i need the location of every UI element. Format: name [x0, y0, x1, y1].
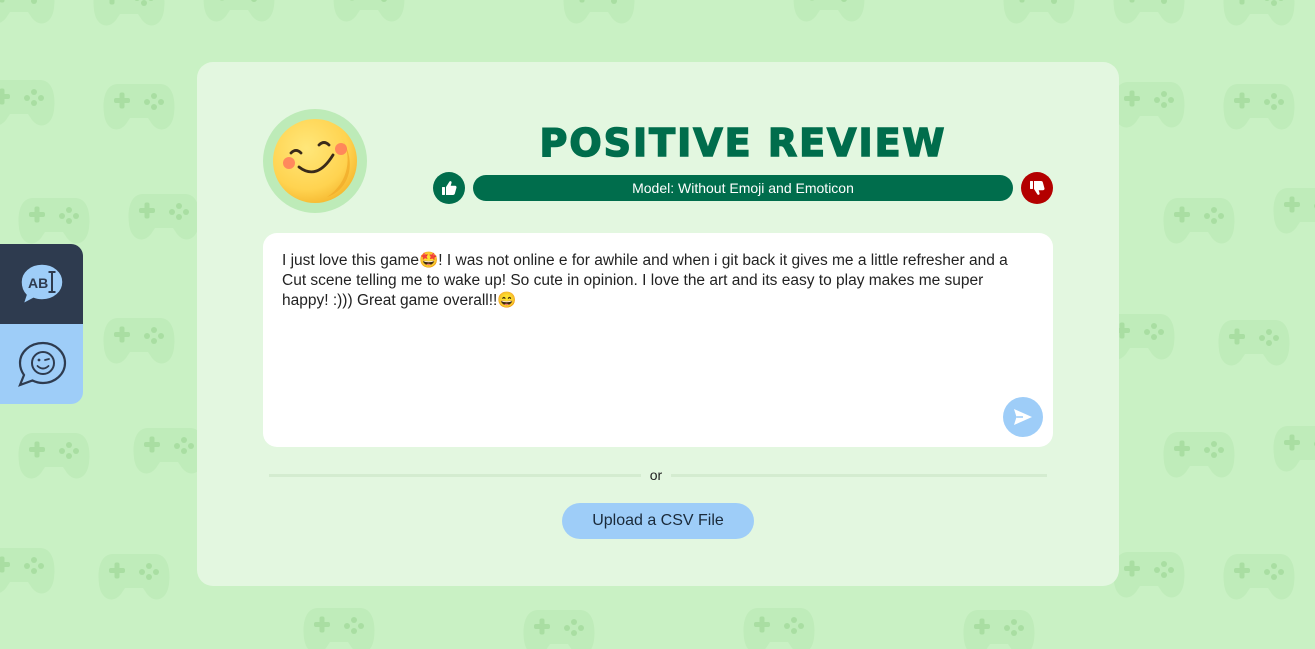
- send-icon: [1014, 409, 1032, 425]
- text-tab-badge: AB: [28, 275, 48, 291]
- thumbs-down-icon: [1030, 181, 1045, 195]
- send-button[interactable]: [1003, 397, 1043, 437]
- side-tabs: AB: [0, 244, 83, 404]
- thumbs-up-icon: [442, 181, 457, 195]
- upload-csv-button[interactable]: Upload a CSV File: [562, 503, 754, 539]
- gamepad-icon: [98, 554, 170, 600]
- positive-button[interactable]: [433, 172, 465, 204]
- gamepad-icon: [1113, 552, 1185, 598]
- gamepad-icon: [18, 198, 90, 244]
- gamepad-icon: [743, 608, 815, 649]
- gamepad-icon: [103, 318, 175, 364]
- negative-button[interactable]: [1021, 172, 1053, 204]
- gamepad-icon: [1223, 554, 1295, 600]
- gamepad-icon: [1223, 0, 1295, 26]
- gamepad-icon: [1273, 188, 1315, 234]
- gamepad-icon: [963, 610, 1035, 649]
- gamepad-icon: [93, 0, 165, 26]
- gamepad-icon: [0, 548, 55, 594]
- model-label: Model: Without Emoji and Emoticon: [473, 175, 1013, 201]
- gamepad-icon: [128, 194, 200, 240]
- gamepad-icon: [1113, 0, 1185, 24]
- gamepad-icon: [103, 84, 175, 130]
- gamepad-icon: [563, 0, 635, 24]
- page-title: POSITIVE REVIEW: [539, 120, 947, 166]
- gamepad-icon: [1218, 320, 1290, 366]
- gamepad-icon: [333, 0, 405, 22]
- review-card: POSITIVE REVIEW Model: Without Emoji and…: [197, 62, 1119, 586]
- gamepad-icon: [1163, 432, 1235, 478]
- gamepad-icon: [0, 80, 55, 126]
- gamepad-icon: [303, 608, 375, 649]
- gamepad-icon: [1113, 82, 1185, 128]
- gamepad-icon: [793, 0, 865, 22]
- gamepad-icon: [18, 433, 90, 479]
- emoji-bubble-icon: [17, 341, 66, 387]
- review-input[interactable]: I just love this game🤩! I was not online…: [263, 233, 1053, 447]
- gamepad-icon: [203, 0, 275, 22]
- gamepad-icon: [1003, 0, 1075, 24]
- gamepad-icon: [523, 610, 595, 649]
- emoji-mode-tab[interactable]: [0, 324, 83, 404]
- smiley-face-icon: [273, 119, 357, 203]
- gamepad-icon: [1273, 426, 1315, 472]
- gamepad-icon: [1163, 198, 1235, 244]
- sentiment-avatar: [263, 109, 367, 213]
- text-bubble-icon: AB: [19, 263, 64, 306]
- divider-left: [269, 474, 641, 477]
- text-mode-tab[interactable]: AB: [0, 244, 83, 324]
- gamepad-icon: [1223, 84, 1295, 130]
- gamepad-icon: [0, 0, 55, 24]
- divider-label: or: [649, 467, 663, 483]
- review-text[interactable]: I just love this game🤩! I was not online…: [282, 251, 1022, 311]
- divider-right: [671, 474, 1047, 477]
